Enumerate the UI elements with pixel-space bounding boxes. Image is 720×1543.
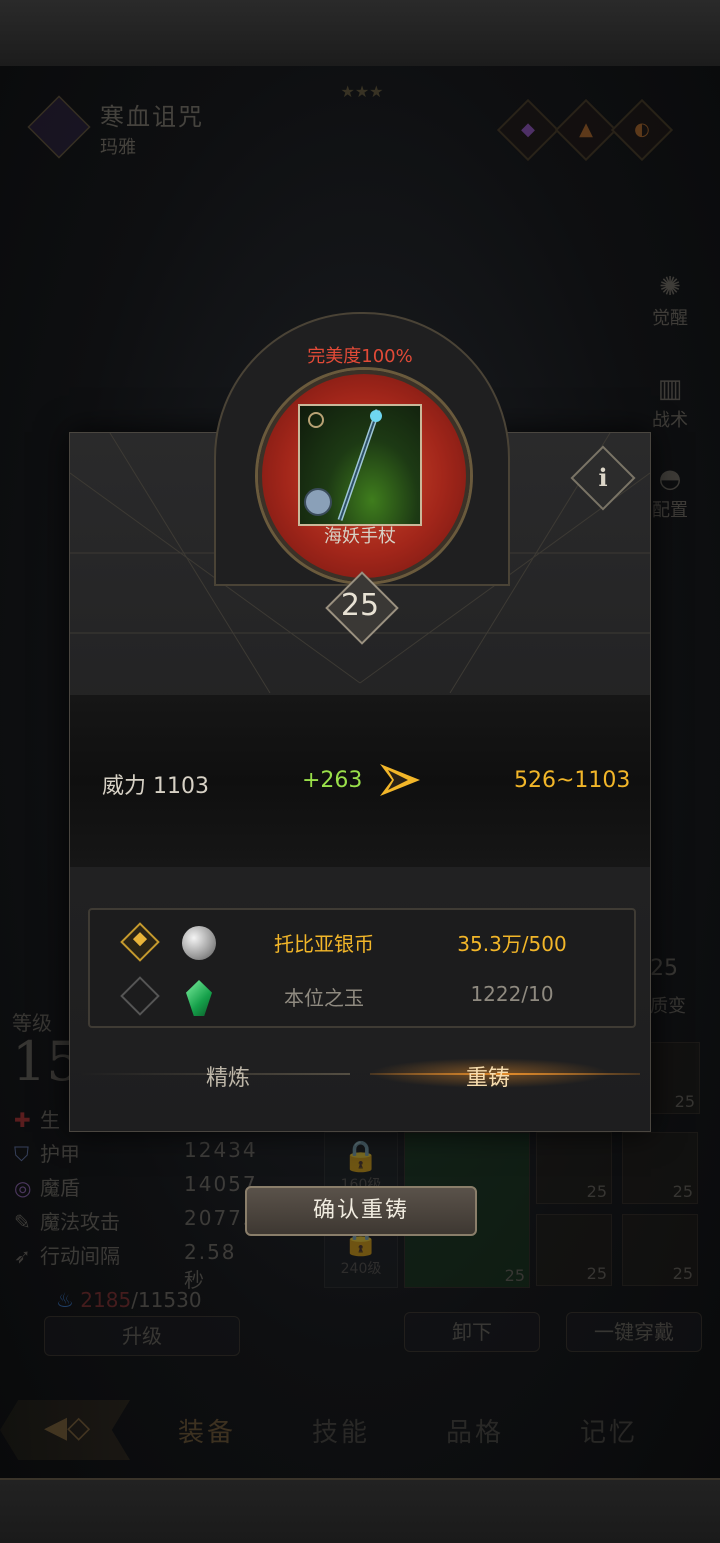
- silver-coin-icon: [182, 926, 216, 960]
- lock-icon: 🔒: [342, 1139, 380, 1174]
- slot-level: 25: [586, 1182, 607, 1201]
- star-rating-icon: ★★★: [340, 82, 384, 101]
- stat-row-armor: ⛉ 护甲 12434: [14, 1138, 256, 1167]
- transform-level: 25: [650, 956, 678, 981]
- item-name: 海妖手杖: [324, 526, 396, 547]
- awaken-button[interactable]: ✺ 觉醒: [640, 270, 700, 330]
- stat-row-magic-shield: ◎ 魔盾 14057: [14, 1172, 256, 1201]
- stat-name: 魔盾: [40, 1176, 80, 1200]
- slot-level: 25: [586, 1264, 607, 1283]
- sun-icon: ✺: [659, 272, 681, 302]
- cost-name: 托比亚银币: [274, 932, 374, 956]
- item-level: 25: [340, 588, 380, 623]
- stat-value: 12434: [184, 1138, 258, 1162]
- arrow-right-icon: [380, 764, 420, 796]
- chest-slot[interactable]: 25: [622, 1132, 698, 1204]
- top-frame: [0, 0, 720, 68]
- stat-row-magic-attack: ✎ 魔法攻击 20775: [14, 1206, 256, 1235]
- power-current: 威力 1103: [102, 774, 209, 799]
- stat-value: 2.58秒: [184, 1240, 237, 1292]
- tab-refine[interactable]: 精炼: [206, 1060, 250, 1092]
- stat-name: 生: [40, 1108, 60, 1132]
- upgrade-button[interactable]: 升级: [44, 1316, 240, 1356]
- mana-max: /11530: [131, 1288, 202, 1312]
- slot-level: 25: [672, 1182, 693, 1201]
- stat-name: 魔法攻击: [40, 1210, 120, 1234]
- mode-switch: 精炼 重铸: [70, 1050, 650, 1100]
- tab-character[interactable]: 品格: [446, 1412, 504, 1449]
- wing-icon: ➶: [14, 1244, 31, 1268]
- bottom-frame: [0, 1478, 720, 1543]
- one-click-equip-button[interactable]: 一键穿戴: [566, 1312, 702, 1352]
- cost-name: 本位之玉: [284, 986, 364, 1010]
- stat-row-action-interval: ➶ 行动间隔 2.58秒: [14, 1240, 254, 1292]
- confirm-recast-button[interactable]: 确认重铸: [245, 1186, 477, 1236]
- swirl-icon: ◎: [14, 1176, 32, 1200]
- stat-name: 行动间隔: [40, 1244, 120, 1268]
- slot-level: 25: [674, 1092, 695, 1111]
- item-marker-icon: [308, 412, 324, 428]
- info-icon: i: [598, 463, 608, 492]
- cost-value: 35.3万/500: [457, 932, 567, 956]
- banner-icon: ▥: [657, 374, 683, 404]
- amulet-slot[interactable]: 25: [536, 1214, 612, 1286]
- slot-level: 25: [504, 1266, 525, 1285]
- power-delta: +263: [302, 768, 363, 793]
- shield-icon: ⛉: [14, 1142, 29, 1166]
- hero-title: 寒血诅咒: [100, 103, 204, 131]
- stat-name: 护甲: [40, 1142, 80, 1166]
- power-range: 526~1103: [514, 768, 631, 793]
- tab-skills[interactable]: 技能: [312, 1412, 370, 1449]
- bottom-tabs: 装备 技能 品格 记忆: [0, 1398, 720, 1464]
- belt-slot[interactable]: 25: [648, 1042, 700, 1114]
- boots-slot[interactable]: 25: [622, 1214, 698, 1286]
- tab-memory[interactable]: 记忆: [580, 1412, 638, 1449]
- slot-level: 25: [672, 1264, 693, 1283]
- cost-value: 1222/10: [470, 982, 554, 1006]
- flame-icon: ♨: [56, 1288, 74, 1312]
- lock-level: 240级: [340, 1261, 382, 1277]
- heart-icon: ✚: [14, 1108, 31, 1132]
- perfection-text: 完美度100%: [307, 346, 413, 367]
- unequip-button[interactable]: 卸下: [404, 1312, 540, 1352]
- transform-label[interactable]: 质变: [650, 992, 686, 1018]
- mana-readout: ♨ 2185/11530: [56, 1288, 202, 1312]
- hero-subtitle: 玛雅: [100, 137, 136, 158]
- wand-icon: ✎: [14, 1210, 31, 1234]
- tactics-button[interactable]: ▥ 战术: [640, 372, 700, 432]
- awaken-label: 觉醒: [652, 308, 688, 329]
- mana-current: 2185: [80, 1288, 132, 1312]
- tactics-label: 战术: [652, 410, 688, 431]
- gloves-slot[interactable]: 25: [536, 1132, 612, 1204]
- tab-equipment[interactable]: 装备: [178, 1412, 236, 1449]
- tab-recast[interactable]: 重铸: [466, 1060, 510, 1092]
